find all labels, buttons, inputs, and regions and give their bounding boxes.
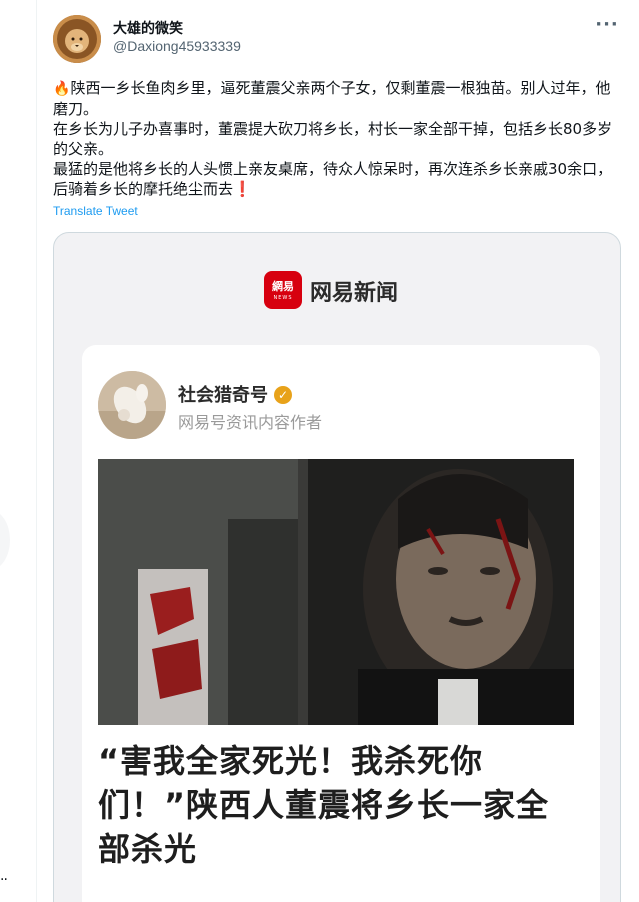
app-name: 网易新闻 — [310, 281, 399, 306]
tweet-line-1: 陕西一乡长鱼肉乡里，逼死董震父亲两个子女，仅剩董震一根独苗。别人过年，他磨刀。 — [53, 79, 611, 118]
translate-tweet-link[interactable]: Translate Tweet — [53, 204, 138, 218]
author-avatar-image-icon — [98, 371, 166, 439]
left-sidebar: ·· — [0, 0, 37, 902]
tweet-line-3: 最猛的是他将乡长的人头惯上亲友桌席，待众人惊呆时，再次连杀乡长亲戚30余口，后骑… — [53, 160, 613, 198]
logo-text: 網易 — [272, 280, 294, 293]
tweet: 大雄的微笑 @Daxiong45933339 ··· 🔥陕西一乡长鱼肉乡里，逼死… — [37, 0, 639, 902]
more-menu-icon[interactable]: ··· — [592, 16, 622, 40]
logo-subtext: NEWS — [273, 295, 293, 301]
author-avatar — [98, 371, 166, 439]
exclamation-icon: ❗ — [233, 180, 252, 198]
tweet-paragraph-3: 最猛的是他将乡长的人头惯上亲友桌席，待众人惊呆时，再次连杀乡长亲戚30余口，后骑… — [53, 159, 625, 199]
author-name-text: 社会猎奇号 — [178, 385, 268, 406]
fire-icon: 🔥 — [53, 81, 71, 97]
user-avatar[interactable] — [53, 15, 101, 63]
author-name: 社会猎奇号 ✓ — [178, 381, 292, 407]
tweet-paragraph-1: 🔥陕西一乡长鱼肉乡里，逼死董震父亲两个子女，仅剩董震一根独苗。别人过年，他磨刀。 — [53, 78, 625, 119]
more-options-icon[interactable]: ·· — [0, 872, 8, 888]
lion-avatar-icon — [53, 15, 101, 63]
tweet-text: 🔥陕西一乡长鱼肉乡里，逼死董震父亲两个子女，仅剩董震一根独苗。别人过年，他磨刀。… — [53, 78, 625, 199]
user-handle[interactable]: @Daxiong45933339 — [113, 38, 241, 54]
article-card: 社会猎奇号 ✓ 网易号资讯内容作者 “害我全家死光！我杀死你们！”陕西人董震将乡… — [82, 345, 600, 902]
tweet-line-2: 在乡长为儿子办喜事时，董震提大砍刀将乡长，村长一家全部干掉，包括乡长80多岁的父… — [53, 120, 613, 158]
tweet-media-image[interactable]: 網易 NEWS 网易新闻 社会猎奇号 ✓ 网易号资讯内容作者 “害我全家死光！我… — [53, 232, 621, 902]
sidebar-avatar-fragment[interactable] — [0, 510, 10, 570]
verified-icon: ✓ — [274, 386, 292, 404]
article-photo — [98, 459, 574, 725]
film-still-image — [98, 459, 574, 725]
display-name[interactable]: 大雄的微笑 — [113, 18, 183, 38]
article-headline: “害我全家死光！我杀死你们！”陕西人董震将乡长一家全部杀光 — [98, 742, 550, 868]
page: ·· 大雄的微笑 @Daxiong45933339 ··· 🔥陕西一乡长鱼肉乡里… — [0, 0, 639, 902]
author-description: 网易号资讯内容作者 — [178, 413, 323, 432]
netease-logo-icon: 網易 NEWS — [264, 271, 302, 309]
